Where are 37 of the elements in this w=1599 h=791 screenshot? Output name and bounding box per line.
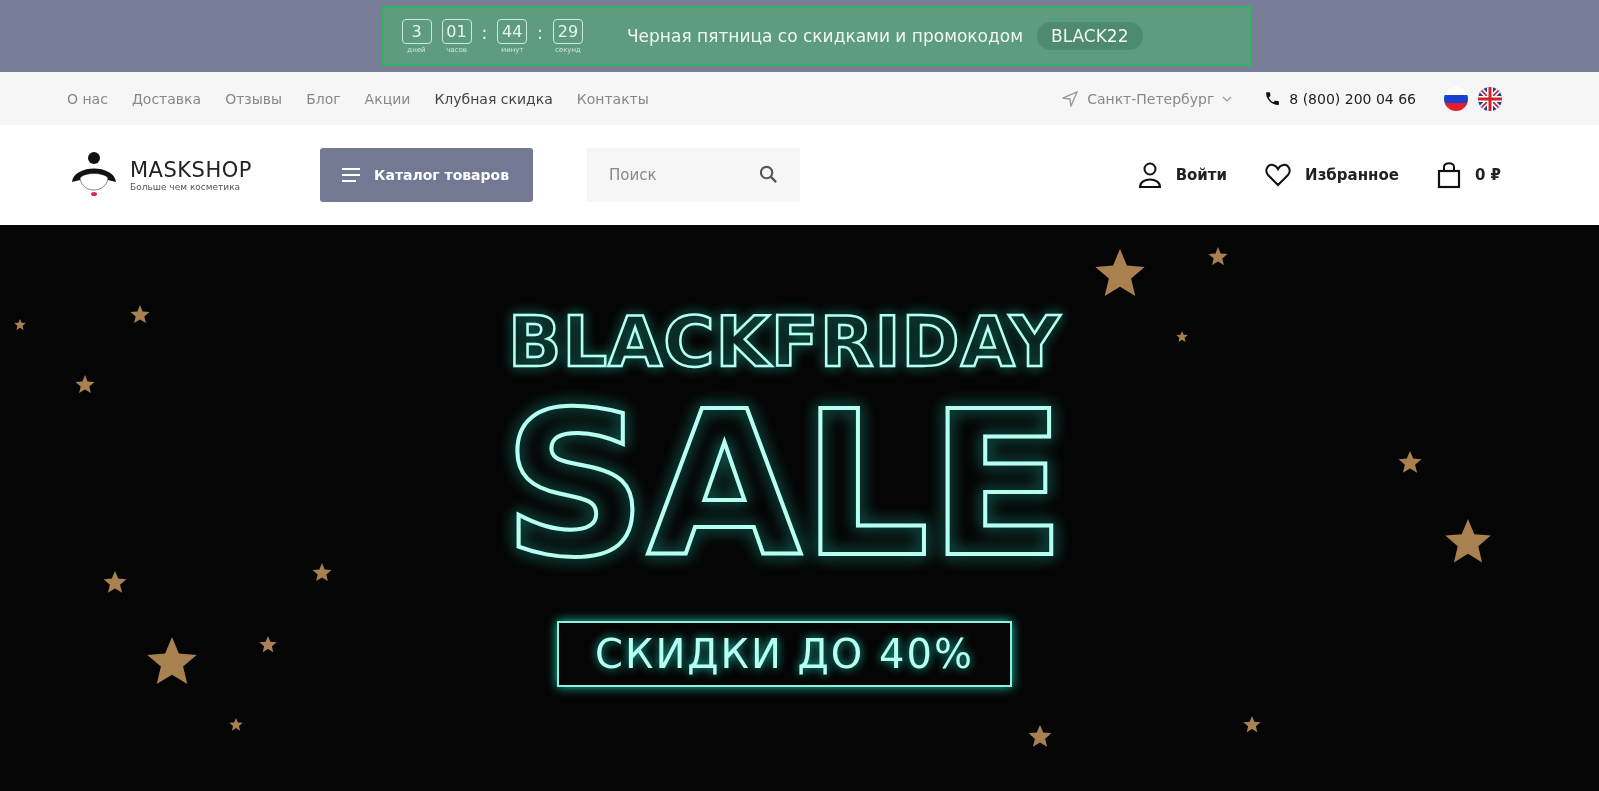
nav-link[interactable]: Акции — [364, 90, 411, 107]
timer-value: 01 — [441, 18, 472, 44]
timer-separator: : — [537, 22, 543, 43]
favorites-link[interactable]: Избранное — [1265, 161, 1399, 189]
shopping-bag-icon — [1436, 161, 1461, 189]
british-flag-icon[interactable] — [1478, 86, 1502, 111]
timer-value: 3 — [401, 18, 432, 44]
city-selector[interactable]: Санкт-Петербург — [1087, 90, 1215, 107]
hero-headline: SALE — [503, 385, 1066, 585]
catalog-button[interactable]: Каталог товаров — [320, 148, 533, 202]
promo-code: BLACK22 — [1037, 22, 1143, 50]
logo-tagline: Больше чем косметика — [130, 182, 242, 192]
cart-link[interactable]: 0 ₽ — [1436, 161, 1501, 189]
user-icon — [1137, 162, 1162, 188]
nav-link[interactable]: Блог — [306, 90, 341, 107]
logo-name: MASKSHOP — [130, 158, 252, 182]
menu-icon — [342, 168, 360, 182]
russian-flag-icon[interactable] — [1444, 86, 1468, 111]
promo-message: Черная пятница со скидками и промокодом — [626, 26, 1023, 46]
chevron-down-icon[interactable] — [1222, 95, 1233, 102]
nav-link[interactable]: Доставка — [131, 90, 202, 107]
login-link[interactable]: Войти — [1137, 161, 1228, 189]
hero-subtitle: СКИДКИ ДО 40% — [557, 621, 1012, 687]
phone-icon — [1264, 90, 1282, 107]
timer-value: 29 — [552, 18, 583, 44]
search-icon[interactable] — [759, 165, 778, 184]
nav-link[interactable]: Контакты — [576, 90, 649, 107]
location-arrow-icon — [1061, 89, 1080, 108]
heart-icon — [1265, 163, 1292, 187]
timer-value: 44 — [497, 18, 528, 44]
phone-number[interactable]: 8 (800) 200 04 66 — [1289, 90, 1416, 107]
nav-link[interactable]: Клубная скидка — [434, 90, 553, 107]
nav-link[interactable]: О нас — [67, 90, 108, 107]
timer-separator: : — [481, 22, 488, 43]
search-field[interactable]: Поиск — [587, 148, 800, 202]
hero-title: BLACKFRIDAY — [508, 307, 1061, 377]
nav-link[interactable]: Отзывы — [225, 90, 283, 107]
